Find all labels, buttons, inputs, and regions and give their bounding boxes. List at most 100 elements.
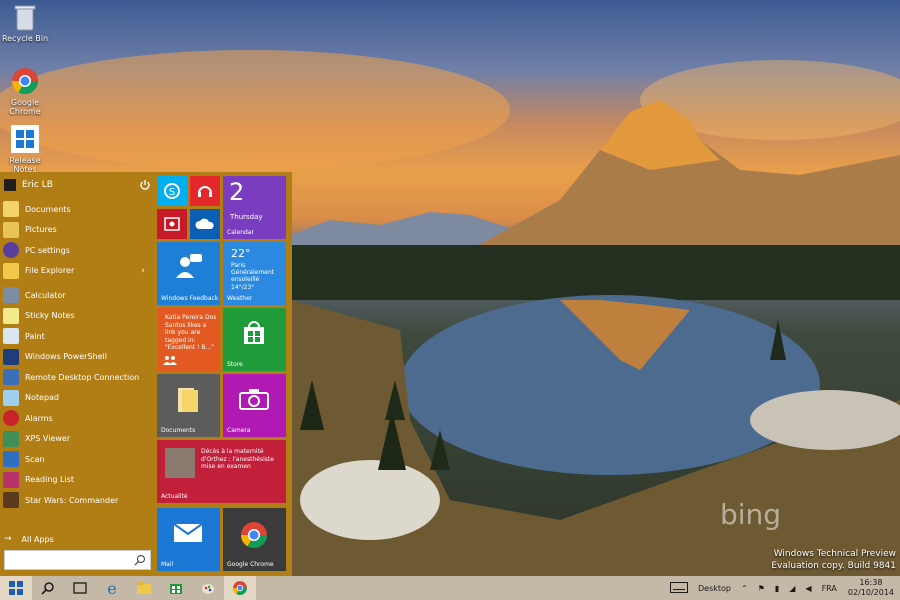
tile-music[interactable] [190,176,220,206]
start-app-list: Documents Pictures PC settings File Expl… [0,199,153,511]
keyboard-icon[interactable] [669,581,688,595]
start-item-notepad[interactable]: Notepad [0,388,153,409]
start-item-powershell[interactable]: Windows PowerShell [0,347,153,368]
tile-weather[interactable]: 22° Paris Généralement ensoleillé 14°/23… [223,242,286,305]
recycle-bin-icon [10,2,40,32]
start-item-pictures[interactable]: Pictures [0,220,153,241]
user-name: Eric LB [22,180,53,190]
start-item-reading-list[interactable]: Reading List [0,470,153,491]
language-indicator[interactable]: FRA [822,584,837,593]
task-view-icon [73,582,87,594]
alarm-icon [3,410,19,427]
desktop-icon-recycle-bin[interactable]: Recycle Bin [0,2,50,43]
avatar [4,179,16,191]
taskbar-google-chrome[interactable] [224,576,256,600]
start-item-label: Remote Desktop Connection [25,372,140,382]
chrome-icon [10,66,40,96]
desktop-toolbar[interactable]: Desktop [698,584,731,593]
tile-store[interactable]: Store [223,308,286,371]
tile-camera[interactable]: Camera [223,374,286,437]
tile-skype[interactable]: S [157,176,187,206]
taskbar: e Desktop ⌃ ⚑ ▮ ◢ ◀ FRA 16:38 02/10/2014 [0,576,900,600]
tile-google-chrome[interactable]: Google Chrome [223,508,286,571]
video-icon [164,217,180,231]
arrow-right-icon: → [4,534,12,544]
flag-icon[interactable]: ⚑ [758,584,765,593]
volume-icon[interactable]: ◀ [805,584,811,593]
tile-mail[interactable]: Mail [157,508,220,571]
bing-logo: bing [720,498,782,531]
start-item-xps-viewer[interactable]: XPS Viewer [0,429,153,450]
start-item-label: Pictures [25,225,57,235]
clock-time: 16:38 [859,578,883,587]
documents-icon [3,201,19,218]
start-item-file-explorer[interactable]: File Explorer [0,261,153,282]
start-item-sticky-notes[interactable]: Sticky Notes [0,306,153,327]
tile-people[interactable]: Katia Pereira Dos Santos likes a link yo… [157,308,220,371]
taskbar-search-button[interactable] [32,576,64,600]
taskbar-store[interactable] [160,576,192,600]
documents-folder-icon [178,388,198,412]
windows-logo-icon [10,124,40,154]
start-item-remote-desktop[interactable]: Remote Desktop Connection [0,367,153,388]
weather-temperature: 22° [231,247,251,260]
calendar-weekday: Thursday [230,213,263,221]
start-button[interactable] [0,576,32,600]
task-view-button[interactable] [64,576,96,600]
svg-text:e: e [107,580,116,596]
taskbar-internet-explorer[interactable]: e [96,576,128,600]
sticky-notes-icon [3,307,19,324]
paint-icon [3,328,19,345]
desktop-icon-google-chrome[interactable]: Google Chrome [0,66,50,116]
tile-label: Documents [161,427,196,434]
battery-icon[interactable]: ▮ [775,584,779,593]
tile-label: Actualité [161,493,188,500]
tile-documents[interactable]: Documents [157,374,220,437]
tile-news[interactable]: Décès à la maternité d'Orthez : l'anesth… [157,440,286,503]
start-item-scan[interactable]: Scan [0,449,153,470]
scan-icon [3,451,19,468]
tile-windows-feedback[interactable]: Windows Feedback [157,242,220,305]
tile-calendar[interactable]: 2 Thursday Calendar [223,176,286,239]
search-icon [41,582,54,595]
desktop-icon-label: Google Chrome [9,98,41,116]
folder-icon [3,262,19,279]
start-item-calculator[interactable]: Calculator [0,285,153,306]
feedback-icon [176,254,202,278]
start-item-documents[interactable]: Documents [0,199,153,220]
news-thumbnail [165,448,195,478]
pictures-icon [3,221,19,238]
start-item-label: Alarms [25,413,53,423]
tile-label: Store [227,361,243,368]
all-apps-label: All Apps [21,534,54,544]
start-item-label: Notepad [25,393,59,403]
start-item-label: PC settings [25,245,70,255]
start-item-pc-settings[interactable]: PC settings [0,240,153,261]
start-item-label: Scan [25,454,45,464]
skype-icon: S [164,183,180,199]
desktop-icon-release-notes[interactable]: Release Notes [0,124,50,174]
start-item-paint[interactable]: Paint [0,326,153,347]
start-item-label: XPS Viewer [25,434,71,444]
start-item-label: File Explorer [25,266,75,276]
network-icon[interactable]: ◢ [789,584,795,593]
taskbar-paint[interactable] [192,576,224,600]
start-search-input[interactable] [4,550,151,570]
chevron-up-icon[interactable]: ⌃ [741,584,748,593]
xps-viewer-icon [3,430,19,447]
power-icon[interactable] [139,179,151,191]
system-tray: Desktop ⌃ ⚑ ▮ ◢ ◀ FRA 16:38 02/10/2014 [665,576,900,600]
tile-video[interactable] [157,209,187,239]
tile-onedrive[interactable] [190,209,220,239]
store-icon [170,584,182,594]
user-account-row[interactable]: Eric LB [4,176,151,194]
powershell-icon [3,348,19,365]
people-icon [163,356,177,365]
watermark-line1: Windows Technical Preview [773,549,896,559]
clock[interactable]: 16:38 02/10/2014 [848,578,894,598]
taskbar-file-explorer[interactable] [128,576,160,600]
start-item-star-wars[interactable]: Star Wars: Commander [0,490,153,511]
all-apps-button[interactable]: → All Apps [4,532,54,546]
start-item-alarms[interactable]: Alarms [0,408,153,429]
gear-icon [3,242,19,259]
